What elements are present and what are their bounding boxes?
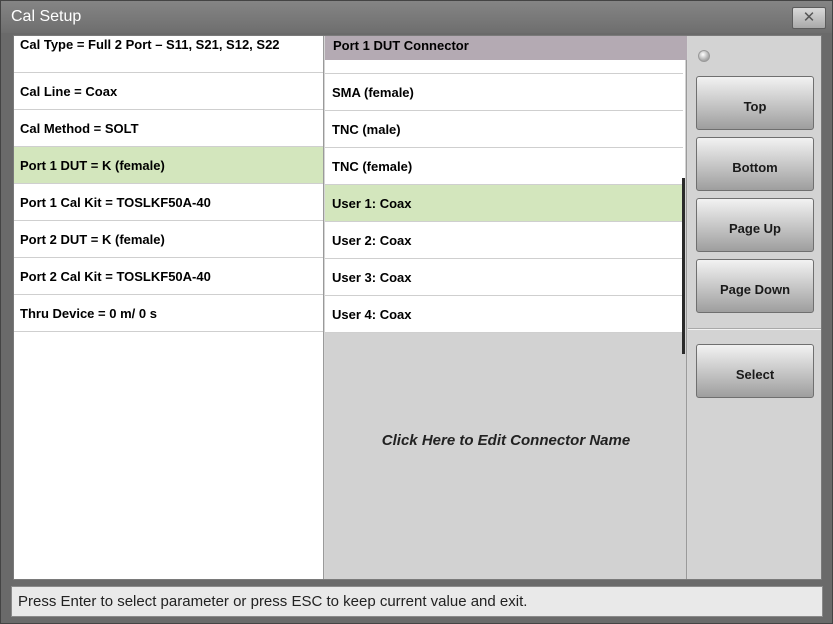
connector-label: User 1: Coax (332, 195, 412, 211)
connector-label: SMA (female) (332, 84, 414, 100)
scrollbar-thumb[interactable] (682, 178, 685, 354)
param-port1-cal-kit[interactable]: Port 1 Cal Kit = TOSLKF50A-40 (14, 184, 323, 221)
indicator-led-icon (698, 50, 710, 62)
connector-label: TNC (male) (332, 121, 401, 137)
title-bar: Cal Setup ✕ (1, 1, 832, 33)
param-port2-dut[interactable]: Port 2 DUT = K (female) (14, 221, 323, 258)
page-up-button[interactable]: Page Up (696, 198, 814, 252)
connector-label: TNC (female) (332, 158, 413, 174)
connector-label: User 3: Coax (332, 269, 412, 285)
param-label: Thru Device = 0 m/ 0 s (20, 305, 157, 321)
button-panel: Top Bottom Page Up Page Down Select (688, 36, 821, 579)
param-cal-method[interactable]: Cal Method = SOLT (14, 110, 323, 147)
param-label: Cal Method = SOLT (20, 120, 139, 136)
connector-label: User 2: Coax (332, 232, 412, 248)
edit-connector-name-link[interactable]: Click Here to Edit Connector Name (325, 432, 687, 449)
window-title: Cal Setup (11, 8, 82, 25)
connector-item[interactable]: User 2: Coax (325, 222, 683, 259)
bottom-button[interactable]: Bottom (696, 137, 814, 191)
partial-list-item (325, 60, 683, 74)
param-port1-dut[interactable]: Port 1 DUT = K (female) (14, 147, 323, 184)
page-down-button[interactable]: Page Down (696, 259, 814, 313)
parameter-list: Cal Type = Full 2 Port – S11, S21, S12, … (14, 36, 324, 579)
close-button[interactable]: ✕ (792, 7, 826, 29)
select-button[interactable]: Select (696, 344, 814, 398)
connector-item[interactable]: User 3: Coax (325, 259, 683, 296)
divider (688, 328, 821, 330)
param-label: Cal Line = Coax (20, 83, 118, 99)
connector-list-header: Port 1 DUT Connector (325, 36, 687, 60)
param-thru-device[interactable]: Thru Device = 0 m/ 0 s (14, 295, 323, 332)
connector-item[interactable]: TNC (male) (325, 111, 683, 148)
top-button[interactable]: Top (696, 76, 814, 130)
cal-setup-window: Cal Setup ✕ Cal Type = Full 2 Port – S11… (0, 0, 833, 624)
connector-item-selected[interactable]: User 1: Coax (325, 185, 683, 222)
param-port2-cal-kit[interactable]: Port 2 Cal Kit = TOSLKF50A-40 (14, 258, 323, 295)
status-bar: Press Enter to select parameter or press… (11, 586, 823, 617)
param-label: Port 2 Cal Kit = TOSLKF50A-40 (20, 268, 211, 284)
param-cal-line[interactable]: Cal Line = Coax (14, 73, 323, 110)
param-label: Port 1 DUT = K (female) (20, 157, 165, 173)
close-icon: ✕ (802, 9, 816, 26)
connector-item[interactable]: User 4: Coax (325, 296, 683, 333)
content-area: Cal Type = Full 2 Port – S11, S21, S12, … (13, 35, 822, 580)
connector-list[interactable]: SMA (female) TNC (male) TNC (female) Use… (325, 60, 685, 354)
connector-item[interactable]: SMA (female) (325, 74, 683, 111)
connector-label: User 4: Coax (332, 306, 412, 322)
param-cal-type[interactable]: Cal Type = Full 2 Port – S11, S21, S12, … (14, 36, 323, 73)
connector-item[interactable]: TNC (female) (325, 148, 683, 185)
param-label: Cal Type = Full 2 Port – S11, S21, S12, … (20, 37, 280, 52)
param-label: Port 1 Cal Kit = TOSLKF50A-40 (20, 194, 211, 210)
param-label: Port 2 DUT = K (female) (20, 231, 165, 247)
connector-panel: Port 1 DUT Connector SMA (female) TNC (m… (325, 36, 687, 579)
